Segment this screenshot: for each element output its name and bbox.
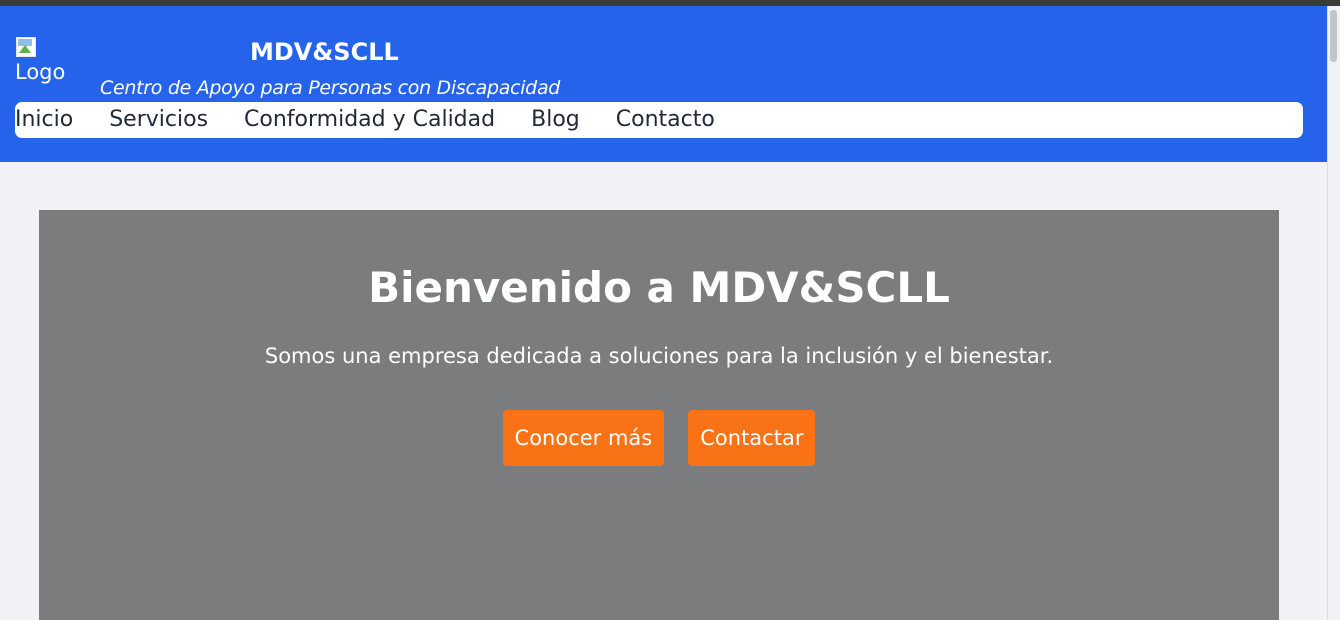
scrollbar-thumb[interactable] xyxy=(1330,10,1337,62)
brand-tagline: Centro de Apoyo para Personas con Discap… xyxy=(100,77,561,99)
site-header: Logo MDV&SCLL Centro de Apoyo para Perso… xyxy=(0,6,1327,162)
learn-more-button[interactable]: Conocer más xyxy=(502,410,665,466)
brand-name: MDV&SCLL xyxy=(250,38,399,66)
hero-section: Bienvenido a MDV&SCLL Somos una empresa … xyxy=(39,210,1279,620)
vertical-scrollbar[interactable] xyxy=(1327,6,1340,620)
hero-subtitle: Somos una empresa dedicada a soluciones … xyxy=(264,344,1054,368)
logo[interactable]: Logo xyxy=(15,36,65,84)
main-nav: Inicio Servicios Conformidad y Calidad B… xyxy=(15,102,1303,138)
nav-item-servicios[interactable]: Servicios xyxy=(109,102,208,138)
nav-item-blog[interactable]: Blog xyxy=(531,102,580,138)
nav-item-inicio[interactable]: Inicio xyxy=(15,102,73,138)
contact-button[interactable]: Contactar xyxy=(688,410,816,466)
nav-item-contacto[interactable]: Contacto xyxy=(616,102,715,138)
nav-item-conformidad-calidad[interactable]: Conformidad y Calidad xyxy=(244,102,495,138)
broken-image-icon xyxy=(15,36,37,58)
hero-title: Bienvenido a MDV&SCLL xyxy=(368,263,950,312)
logo-alt-text: Logo xyxy=(15,60,66,84)
hero-actions: Conocer más Contactar xyxy=(39,410,1279,466)
